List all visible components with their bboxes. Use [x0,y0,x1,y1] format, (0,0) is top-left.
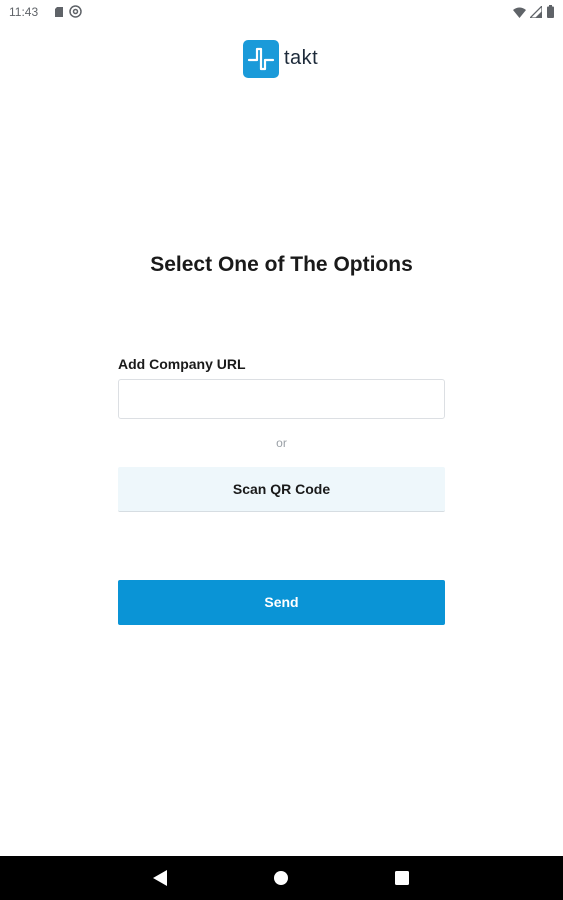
takt-logo-icon [243,40,279,78]
status-bar: 11:43 [0,0,563,24]
battery-icon [547,5,554,18]
home-icon[interactable] [274,871,288,885]
back-icon[interactable] [153,870,167,886]
signal-icon [530,6,542,18]
page-title: Select One of The Options [150,253,413,276]
recents-icon[interactable] [395,871,409,885]
company-url-label: Add Company URL [118,356,246,372]
status-time: 11:43 [9,5,39,19]
sd-card-icon [55,7,63,17]
or-separator: or [276,436,287,450]
send-button[interactable]: Send [118,580,445,625]
company-url-input[interactable] [118,379,445,419]
at-sign-icon [69,5,82,18]
nav-bar [0,856,563,900]
wifi-icon [513,7,526,18]
brand-name: takt [284,47,319,69]
scan-qr-code-button[interactable]: Scan QR Code [118,467,445,512]
